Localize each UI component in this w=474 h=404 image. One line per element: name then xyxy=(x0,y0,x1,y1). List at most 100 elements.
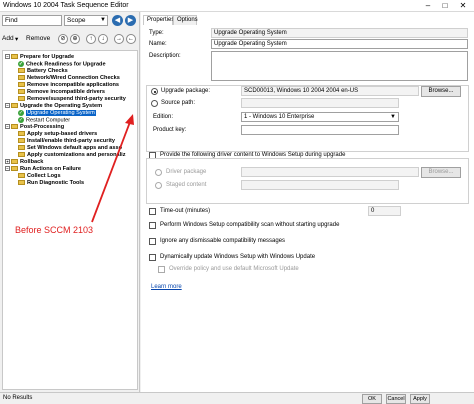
outdent-icon[interactable]: ← xyxy=(126,34,136,44)
tab-options[interactable]: Options xyxy=(173,15,198,25)
browse-driver-button[interactable]: Browse... xyxy=(421,167,461,178)
cancel-button[interactable]: Cancel xyxy=(386,394,406,404)
tree-step[interactable]: Install/enable third-party security xyxy=(18,138,115,145)
find-input[interactable]: Find xyxy=(2,15,62,26)
override-policy-checkbox[interactable] xyxy=(158,266,165,273)
ok-button[interactable]: OK xyxy=(362,394,382,404)
tree-step[interactable]: Apply customizations and personaliz xyxy=(18,152,126,159)
folder-icon xyxy=(18,138,25,144)
tree-step[interactable]: Remove incompatible applications xyxy=(18,82,119,89)
check-icon: ✓ xyxy=(18,61,24,67)
product-key-field[interactable] xyxy=(241,125,399,135)
status-bar: No Results OK Cancel Apply xyxy=(0,392,474,404)
edition-label: Edition: xyxy=(153,114,174,120)
browse-package-button[interactable]: Browse... xyxy=(421,86,461,97)
description-label: Description: xyxy=(149,53,181,59)
upgrade-package-radio[interactable] xyxy=(151,88,158,95)
tree-step-selected[interactable]: ✓ Upgrade Operating System xyxy=(18,110,96,117)
folder-icon xyxy=(11,166,18,172)
move-down-icon[interactable]: ↓ xyxy=(98,34,108,44)
apply-button[interactable]: Apply xyxy=(410,394,430,404)
tree-step[interactable]: Collect Logs xyxy=(18,173,61,180)
tree-group[interactable]: + Rollback xyxy=(5,159,43,166)
maximize-button[interactable]: □ xyxy=(437,1,453,11)
type-field: Upgrade Operating System xyxy=(211,28,468,38)
description-field[interactable] xyxy=(211,51,468,81)
name-label: Name: xyxy=(149,41,167,47)
close-button[interactable]: ✕ xyxy=(455,1,471,11)
staged-content-field xyxy=(241,180,399,190)
timeout-label: Time-out (minutes) xyxy=(160,208,211,214)
staged-content-label: Staged content xyxy=(166,182,207,188)
scope-value: Scope xyxy=(67,17,86,24)
remove-button[interactable]: Remove xyxy=(26,35,50,42)
staged-content-radio[interactable] xyxy=(155,182,162,189)
tree-group[interactable]: − Prepare for Upgrade xyxy=(5,54,74,61)
tree-step[interactable]: Set Windows default apps and asso xyxy=(18,145,122,152)
chevron-down-icon: ▼ xyxy=(100,17,106,23)
tree-step[interactable]: ✓ Restart Computer xyxy=(18,117,70,124)
tree-step[interactable]: Battery Checks xyxy=(18,68,68,75)
window-title: Windows 10 2004 Task Sequence Editor xyxy=(3,2,129,9)
task-sequence-tree: − Prepare for Upgrade ✓ Check Readiness fo… xyxy=(2,50,138,390)
driver-package-radio[interactable] xyxy=(155,169,162,176)
edition-select[interactable]: 1 - Windows 10 Enterprise ▼ xyxy=(241,112,399,122)
folder-icon xyxy=(18,89,25,95)
upgrade-package-field: SCD00013, Windows 10 2004 2004 en-US xyxy=(241,86,419,96)
name-field[interactable]: Upgrade Operating System xyxy=(211,39,468,49)
folder-icon xyxy=(18,75,25,81)
product-key-label: Product key: xyxy=(153,127,187,133)
driver-package-field xyxy=(241,167,419,177)
type-label: Type: xyxy=(149,30,164,36)
folder-icon xyxy=(18,96,25,102)
timeout-checkbox[interactable] xyxy=(149,208,156,215)
folder-icon xyxy=(18,152,25,158)
indent-icon[interactable]: → xyxy=(114,34,124,44)
tree-step[interactable]: Remove incompatible drivers xyxy=(18,89,105,96)
dynamic-update-checkbox[interactable] xyxy=(149,254,156,261)
tree-step[interactable]: Remove/suspend third-party security xyxy=(18,96,126,103)
perform-scan-label: Perform Windows Setup compatibility scan… xyxy=(160,222,340,228)
ignore-messages-label: Ignore any dismissable compatibility mes… xyxy=(160,238,286,244)
tree-group[interactable]: − Run Actions on Failure xyxy=(5,166,81,173)
annotation-text: Before SCCM 2103 xyxy=(15,225,94,235)
folder-icon xyxy=(18,173,25,179)
folder-icon xyxy=(18,82,25,88)
driver-package-label: Driver package xyxy=(166,169,207,175)
tree-group[interactable]: − Upgrade the Operating System xyxy=(5,103,102,110)
tree-step[interactable]: Run Diagnostic Tools xyxy=(18,180,84,187)
properties-pane: Properties Options Type: Upgrade Operati… xyxy=(141,12,474,392)
move-up-icon[interactable]: ↑ xyxy=(86,34,96,44)
left-pane: Find Scope ▼ ◀ ▶ Add ▾ Remove ⊘ ⊕ ↑ ↓ → … xyxy=(0,12,140,392)
tab-properties[interactable]: Properties xyxy=(143,15,174,25)
upgrade-package-label: Upgrade package: xyxy=(161,88,211,94)
dynamic-update-label: Dynamically update Windows Setup with Wi… xyxy=(160,254,316,260)
tree-step[interactable]: Apply setup-based drivers xyxy=(18,131,97,138)
perform-scan-checkbox[interactable] xyxy=(149,222,156,229)
ignore-messages-checkbox[interactable] xyxy=(149,238,156,245)
edition-value: 1 - Windows 10 Enterprise xyxy=(244,114,315,120)
add-button[interactable]: Add xyxy=(2,35,14,42)
forward-icon[interactable]: ▶ xyxy=(125,15,136,26)
back-icon[interactable]: ◀ xyxy=(112,15,123,26)
tree-group[interactable]: − Post-Processing xyxy=(5,124,64,131)
folder-icon xyxy=(11,159,18,165)
scope-select[interactable]: Scope ▼ xyxy=(64,15,108,26)
status-text: No Results xyxy=(3,395,33,401)
apply-icon[interactable]: ⊕ xyxy=(70,34,80,44)
check-icon: ✓ xyxy=(18,117,24,123)
timeout-spinner[interactable]: 0 xyxy=(368,206,401,216)
folder-icon xyxy=(18,131,25,137)
undo-icon[interactable]: ⊘ xyxy=(58,34,68,44)
folder-icon xyxy=(11,54,18,60)
check-icon: ✓ xyxy=(18,110,24,116)
folder-icon xyxy=(18,145,25,151)
tree-step[interactable]: ✓ Check Readiness for Upgrade xyxy=(18,61,106,68)
source-path-label: Source path: xyxy=(161,100,196,106)
tree-step[interactable]: Network/Wired Connection Checks xyxy=(18,75,120,82)
override-policy-label: Override policy and use default Microsof… xyxy=(169,266,299,272)
folder-icon xyxy=(18,180,25,186)
minimize-button[interactable]: – xyxy=(420,1,436,11)
learn-more-link[interactable]: Learn more xyxy=(151,284,182,290)
source-path-radio[interactable] xyxy=(151,100,158,107)
